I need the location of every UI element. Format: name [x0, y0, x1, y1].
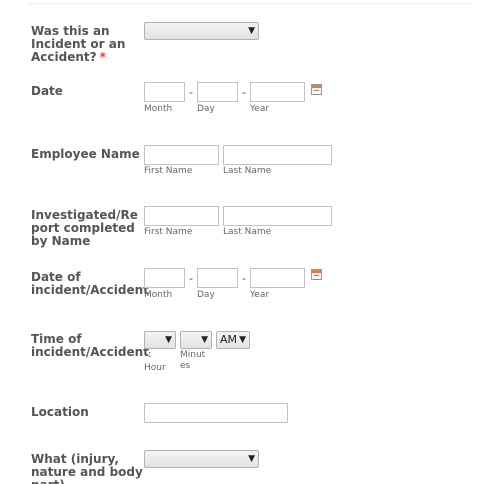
- hour-select[interactable]: ▼: [144, 331, 176, 349]
- time-colon: :: [148, 349, 152, 360]
- chevron-down-icon: ▼: [201, 335, 208, 345]
- minutes-sublabel: Minutes: [180, 350, 206, 371]
- accident-date-month-input[interactable]: [144, 268, 185, 288]
- date-label: Date: [31, 84, 63, 98]
- last-name-sublabel: Last Name: [223, 227, 272, 237]
- form-top-divider: [28, 3, 472, 4]
- location-label: Location: [31, 405, 89, 419]
- employee-last-name-input[interactable]: [223, 145, 332, 165]
- employee-name-label: Employee Name: [31, 147, 140, 161]
- year-sublabel: Year: [250, 290, 270, 300]
- accident-date-year-input[interactable]: [250, 268, 305, 288]
- date-separator: -: [242, 86, 246, 99]
- date-day-input[interactable]: [197, 82, 238, 102]
- month-sublabel: Month: [144, 290, 173, 300]
- date-separator: -: [242, 272, 246, 285]
- ampm-select[interactable]: AM ▼: [216, 331, 250, 349]
- date-year-input[interactable]: [250, 82, 305, 102]
- hour-sublabel: Hour: [144, 363, 166, 373]
- day-sublabel: Day: [197, 290, 215, 300]
- date-separator: -: [189, 272, 193, 285]
- minutes-select[interactable]: ▼: [180, 331, 212, 349]
- accident-time-label: Time of incident/Accident: [31, 332, 149, 359]
- required-mark: *: [99, 50, 106, 64]
- calendar-icon[interactable]: [311, 269, 322, 280]
- incident-type-label: Was this an Incident or an Accident? *: [31, 24, 126, 64]
- incident-type-select[interactable]: ▼: [144, 22, 259, 40]
- date-separator: -: [189, 86, 193, 99]
- chevron-down-icon: ▼: [239, 335, 246, 345]
- investigator-last-name-input[interactable]: [223, 206, 332, 226]
- chevron-down-icon: ▼: [248, 26, 255, 36]
- accident-date-day-input[interactable]: [197, 268, 238, 288]
- last-name-sublabel: Last Name: [223, 166, 272, 176]
- chevron-down-icon: ▼: [248, 454, 255, 464]
- what-select[interactable]: ▼: [144, 450, 259, 468]
- location-input[interactable]: [144, 403, 288, 423]
- employee-first-name-input[interactable]: [144, 145, 219, 165]
- date-month-input[interactable]: [144, 82, 185, 102]
- calendar-icon[interactable]: [311, 84, 322, 95]
- day-sublabel: Day: [197, 104, 215, 114]
- what-label: What (injury, nature and body part): [31, 452, 143, 484]
- accident-date-label: Date of incident/Accident: [31, 270, 149, 297]
- month-sublabel: Month: [144, 104, 173, 114]
- chevron-down-icon: ▼: [165, 335, 172, 345]
- first-name-sublabel: First Name: [144, 166, 193, 176]
- first-name-sublabel: First Name: [144, 227, 193, 237]
- year-sublabel: Year: [250, 104, 270, 114]
- investigated-by-label: Investigated/Report completed by Name: [31, 208, 138, 248]
- investigator-first-name-input[interactable]: [144, 206, 219, 226]
